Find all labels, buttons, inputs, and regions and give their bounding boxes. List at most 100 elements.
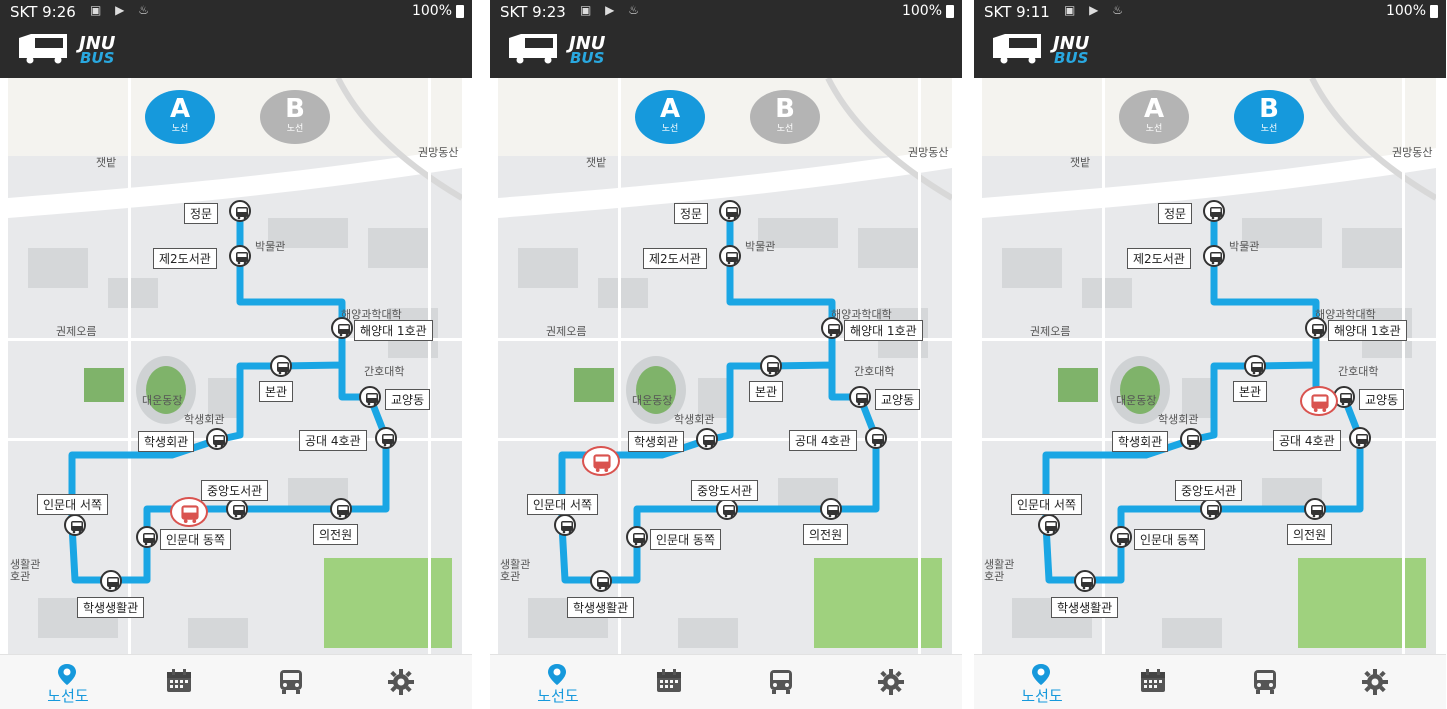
bus-stop-icon[interactable] <box>270 355 292 377</box>
nav-timetable[interactable] <box>1112 655 1192 709</box>
bus-stop-icon[interactable] <box>760 355 782 377</box>
stop-label[interactable]: 의전원 <box>803 524 849 545</box>
stop-label[interactable]: 제2도서관 <box>1127 248 1191 269</box>
stop-label[interactable]: 공대 4호관 <box>299 430 367 451</box>
bus-stop-icon[interactable] <box>1200 498 1222 520</box>
stop-label[interactable]: 해양대 1호관 <box>1328 320 1407 341</box>
stop-label[interactable]: 본관 <box>259 381 294 402</box>
bus-stop-icon[interactable] <box>1074 570 1096 592</box>
nav-routes[interactable]: 노선도 <box>1002 655 1082 709</box>
stop-label[interactable]: 정문 <box>184 203 219 224</box>
stop-label[interactable]: 제2도서관 <box>153 248 217 269</box>
nav-timetable[interactable] <box>138 655 218 709</box>
campus-map[interactable]: 잿밭 권망동산 권제오름 박물관 해양과학대학 간호대학 대운동장 학생회관 생활관 호관 <box>982 78 1436 654</box>
stop-label[interactable]: 의전원 <box>1287 524 1333 545</box>
stop-label[interactable]: 의전원 <box>313 524 359 545</box>
nav-settings[interactable] <box>1334 655 1414 709</box>
stop-label[interactable]: 교양동 <box>875 389 921 410</box>
bus-stop-icon[interactable] <box>64 514 86 536</box>
stop-label[interactable]: 본관 <box>749 381 784 402</box>
bus-stop-icon[interactable] <box>331 317 353 339</box>
nav-timetable[interactable] <box>628 655 708 709</box>
map-label-student-hall: 학생회관 <box>184 413 225 426</box>
stop-label[interactable]: 인문대 서쪽 <box>527 494 599 515</box>
bus-stop-icon[interactable] <box>229 245 251 267</box>
stop-label[interactable]: 중앙도서관 <box>691 480 759 501</box>
live-bus-icon[interactable] <box>1300 386 1338 416</box>
map-label-mountain-1: 권망동산 <box>1392 146 1433 159</box>
route-button-a[interactable]: A 노선 <box>145 90 215 144</box>
route-button-b[interactable]: B 노선 <box>260 90 330 144</box>
stop-label[interactable]: 중앙도서관 <box>1175 480 1243 501</box>
bus-stop-icon[interactable] <box>229 200 251 222</box>
nav-bus[interactable] <box>1224 655 1304 709</box>
nav-bus[interactable] <box>250 655 330 709</box>
app-bar: JNU BUS <box>0 24 472 78</box>
bus-stop-icon[interactable] <box>359 386 381 408</box>
bus-stop-icon[interactable] <box>100 570 122 592</box>
bus-stop-icon[interactable] <box>716 498 738 520</box>
nav-settings[interactable] <box>850 655 930 709</box>
nav-settings[interactable] <box>360 655 440 709</box>
bus-stop-icon[interactable] <box>1304 498 1326 520</box>
stop-label[interactable]: 중앙도서관 <box>201 480 269 501</box>
bus-stop-icon[interactable] <box>865 427 887 449</box>
bus-stop-icon[interactable] <box>821 317 843 339</box>
route-button-b[interactable]: B 노선 <box>1234 90 1304 144</box>
live-bus-icon[interactable] <box>582 446 620 476</box>
stop-label[interactable]: 해양대 1호관 <box>844 320 923 341</box>
bus-stop-icon[interactable] <box>626 526 648 548</box>
bus-stop-icon[interactable] <box>1305 317 1327 339</box>
bus-stop-icon[interactable] <box>1244 355 1266 377</box>
route-button-b[interactable]: B 노선 <box>750 90 820 144</box>
bus-stop-icon[interactable] <box>1203 200 1225 222</box>
stop-label[interactable]: 인문대 동쪽 <box>1134 529 1206 550</box>
stop-label[interactable]: 인문대 동쪽 <box>160 529 232 550</box>
bus-stop-icon[interactable] <box>1110 526 1132 548</box>
bus-stop-icon[interactable] <box>696 428 718 450</box>
bus-stop-icon[interactable] <box>719 200 741 222</box>
stop-label[interactable]: 교양동 <box>1359 389 1405 410</box>
stop-label[interactable]: 해양대 1호관 <box>354 320 433 341</box>
route-button-a[interactable]: A 노선 <box>1119 90 1189 144</box>
status-time: SKT 9:23 <box>500 3 566 21</box>
bus-stop-icon[interactable] <box>554 514 576 536</box>
stop-label[interactable]: 학생회관 <box>1112 431 1169 452</box>
bus-stop-icon[interactable] <box>820 498 842 520</box>
bus-stop-icon[interactable] <box>590 570 612 592</box>
map-label-dorm-2: 호관 <box>500 570 521 583</box>
nav-bus[interactable] <box>740 655 820 709</box>
route-button-a[interactable]: A 노선 <box>635 90 705 144</box>
stop-label[interactable]: 정문 <box>1158 203 1193 224</box>
stop-label[interactable]: 인문대 서쪽 <box>1011 494 1083 515</box>
stop-label[interactable]: 학생회관 <box>138 431 195 452</box>
bus-stop-icon[interactable] <box>136 526 158 548</box>
stop-label[interactable]: 본관 <box>1233 381 1268 402</box>
bus-stop-icon[interactable] <box>1038 514 1060 536</box>
stop-label[interactable]: 공대 4호관 <box>1273 430 1341 451</box>
live-bus-icon[interactable] <box>170 497 208 527</box>
stop-label[interactable]: 제2도서관 <box>643 248 707 269</box>
bus-stop-icon[interactable] <box>1349 427 1371 449</box>
stop-label[interactable]: 인문대 서쪽 <box>37 494 109 515</box>
campus-map[interactable]: 잿밭 권망동산 권제오름 박물관 해양과학대학 간호대학 대운동장 학생회관 생활관 호관 <box>498 78 952 654</box>
bus-stop-icon[interactable] <box>330 498 352 520</box>
bus-stop-icon[interactable] <box>719 245 741 267</box>
stop-label[interactable]: 학생생활관 <box>1051 597 1119 618</box>
bus-stop-icon[interactable] <box>1203 245 1225 267</box>
stop-label[interactable]: 정문 <box>674 203 709 224</box>
bus-stop-icon[interactable] <box>849 386 871 408</box>
campus-map[interactable]: 잿밭 권망동산 권제오름 박물관 해양과학대학 간호대학 대운동장 학생회관 생활관 호관 <box>8 78 462 654</box>
bus-stop-icon[interactable] <box>375 427 397 449</box>
stop-label[interactable]: 공대 4호관 <box>789 430 857 451</box>
bus-stop-icon[interactable] <box>206 428 228 450</box>
stop-label[interactable]: 교양동 <box>385 389 431 410</box>
stop-label[interactable]: 학생생활관 <box>77 597 145 618</box>
stop-label[interactable]: 인문대 동쪽 <box>650 529 722 550</box>
nav-routes[interactable]: 노선도 <box>28 655 108 709</box>
stop-label[interactable]: 학생회관 <box>628 431 685 452</box>
bus-stop-icon[interactable] <box>226 498 248 520</box>
stop-label[interactable]: 학생생활관 <box>567 597 635 618</box>
bus-stop-icon[interactable] <box>1180 428 1202 450</box>
nav-routes[interactable]: 노선도 <box>518 655 598 709</box>
